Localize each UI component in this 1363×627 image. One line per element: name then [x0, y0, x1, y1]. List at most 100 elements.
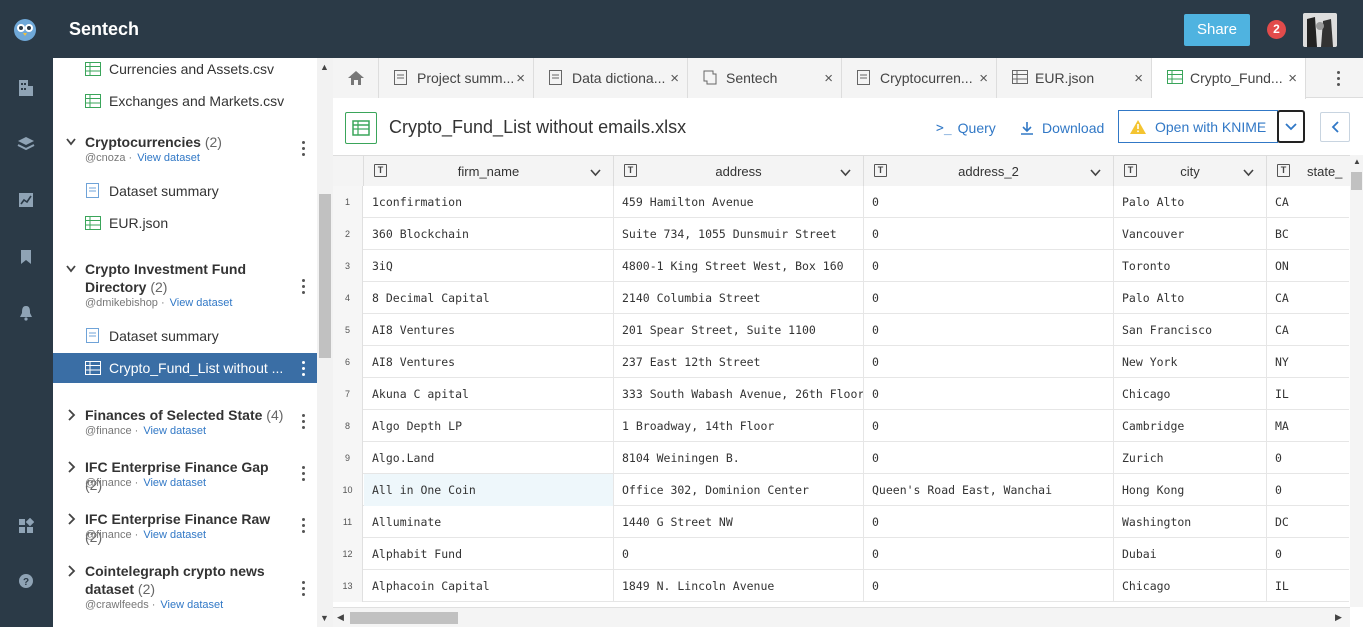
column-header[interactable]: Tcity [1114, 156, 1267, 186]
table-cell[interactable]: 0 [864, 570, 1114, 602]
open-with-knime-button[interactable]: Open with KNIME [1118, 110, 1278, 143]
table-cell[interactable]: 2140 Columbia Street [614, 282, 864, 314]
table-cell[interactable]: 0 [864, 538, 1114, 570]
hscroll-left-arrow-icon[interactable]: ◀ [337, 612, 344, 623]
view-dataset-link[interactable]: View dataset [143, 529, 206, 541]
table-cell[interactable]: San Francisco [1114, 314, 1267, 346]
table-cell[interactable]: Akuna C apital [364, 378, 614, 410]
dataset-menu-kebab[interactable] [296, 412, 310, 430]
dataset-title[interactable]: Crypto Investment Fund Directory (2) [85, 260, 285, 296]
sidebar-scrollbar[interactable]: ▲ ▼ [317, 58, 333, 627]
dataset-title[interactable]: Cryptocurrencies (2) [85, 133, 285, 151]
table-cell[interactable]: 1 Broadway, 14th Floor [614, 410, 864, 442]
grid-vscroll-thumb[interactable] [1351, 172, 1362, 190]
table-cell[interactable]: 0 [864, 378, 1114, 410]
table-cell[interactable]: 0 [864, 186, 1114, 218]
scroll-down-arrow-icon[interactable]: ▼ [320, 613, 329, 623]
dataset-menu-kebab[interactable] [296, 579, 310, 597]
building-icon[interactable] [13, 75, 39, 101]
table-cell[interactable]: 4800-1 King Street West, Box 160 [614, 250, 864, 282]
table-cell[interactable]: All in One Coin [364, 474, 614, 506]
file-tab[interactable]: Cryptocurren... × [842, 58, 997, 98]
scroll-up-arrow-icon[interactable]: ▲ [320, 62, 329, 72]
close-icon[interactable]: × [1288, 70, 1297, 87]
chevron-right-icon[interactable] [65, 460, 77, 474]
scroll-thumb[interactable] [319, 194, 331, 358]
dataset-group[interactable]: Cointelegraph crypto news dataset (2) @cra… [53, 562, 317, 612]
item-menu-kebab[interactable] [296, 359, 310, 377]
close-icon[interactable]: × [979, 70, 988, 87]
query-button[interactable]: >_ Query [936, 118, 996, 138]
table-cell[interactable]: 0 [864, 506, 1114, 538]
close-icon[interactable]: × [1134, 70, 1143, 87]
view-dataset-link[interactable]: View dataset [137, 152, 200, 164]
close-icon[interactable]: × [516, 70, 525, 87]
table-cell[interactable]: BC [1267, 218, 1350, 250]
table-cell[interactable]: 0 [864, 346, 1114, 378]
dataset-menu-kebab[interactable] [296, 139, 310, 157]
table-cell[interactable]: 333 South Wabash Avenue, 26th Floor [614, 378, 864, 410]
collapse-panel-button[interactable] [1320, 112, 1350, 142]
chevron-right-icon[interactable] [65, 564, 77, 578]
table-cell[interactable]: 8 Decimal Capital [364, 282, 614, 314]
table-cell[interactable]: MA [1267, 410, 1350, 442]
column-header[interactable]: Taddress_2 [864, 156, 1114, 186]
sidebar-file-item[interactable]: Currencies and Assets.csv [53, 58, 317, 84]
table-cell[interactable]: 3iQ [364, 250, 614, 282]
table-cell[interactable]: Cambridge [1114, 410, 1267, 442]
dataset-owner[interactable]: @crawlfeeds [85, 599, 149, 611]
table-cell[interactable]: Palo Alto [1114, 282, 1267, 314]
chevron-right-icon[interactable] [65, 408, 77, 422]
column-menu-chevron-icon[interactable] [1090, 164, 1101, 180]
table-cell[interactable]: 1confirmation [364, 186, 614, 218]
file-tab[interactable]: Project summ... × [379, 58, 534, 98]
table-cell[interactable]: Palo Alto [1114, 186, 1267, 218]
grid-horizontal-scrollbar[interactable]: ◀ ▶ [333, 607, 1350, 627]
notification-badge[interactable]: 2 [1267, 20, 1286, 39]
table-cell[interactable]: 459 Hamilton Avenue [614, 186, 864, 218]
grid-vertical-scrollbar[interactable]: ▲ [1350, 155, 1363, 607]
sidebar-child-item[interactable]: Dataset summary [53, 321, 317, 351]
dataset-menu-kebab[interactable] [296, 516, 310, 534]
dataset-owner[interactable]: @cnoza [85, 152, 126, 164]
grid-scroll-up-arrow-icon[interactable]: ▲ [1353, 157, 1361, 166]
table-cell[interactable]: Chicago [1114, 570, 1267, 602]
table-cell[interactable]: AI8 Ventures [364, 314, 614, 346]
table-cell[interactable]: 0 [1267, 442, 1350, 474]
table-cell[interactable]: 0 [864, 314, 1114, 346]
column-header[interactable]: Tfirm_name [364, 156, 614, 186]
table-cell[interactable]: DC [1267, 506, 1350, 538]
dataset-group[interactable]: Finances of Selected State (4) @finance · V… [53, 406, 317, 442]
dataset-owner[interactable]: @finance [85, 529, 132, 541]
table-cell[interactable]: Alphabit Fund [364, 538, 614, 570]
table-cell[interactable]: 0 [864, 250, 1114, 282]
table-cell[interactable]: Queen's Road East, Wanchai [864, 474, 1114, 506]
column-header[interactable]: Taddress [614, 156, 864, 186]
table-cell[interactable]: ON [1267, 250, 1350, 282]
table-cell[interactable]: AI8 Ventures [364, 346, 614, 378]
view-dataset-link[interactable]: View dataset [143, 425, 206, 437]
table-cell[interactable]: CA [1267, 282, 1350, 314]
table-cell[interactable]: Suite 734, 1055 Dunsmuir Street [614, 218, 864, 250]
bookmark-icon[interactable] [13, 244, 39, 270]
dataset-group[interactable]: Crypto Investment Fund Directory (2) @dmik… [53, 260, 317, 310]
user-avatar[interactable] [1303, 13, 1337, 47]
table-cell[interactable]: Washington [1114, 506, 1267, 538]
table-cell[interactable]: 201 Spear Street, Suite 1100 [614, 314, 864, 346]
owl-logo-icon[interactable] [12, 16, 38, 42]
chevron-down-icon[interactable] [65, 135, 77, 149]
file-tab[interactable]: EUR.json × [997, 58, 1152, 98]
table-cell[interactable]: Alphacoin Capital [364, 570, 614, 602]
column-menu-chevron-icon[interactable] [840, 164, 851, 180]
dataset-group[interactable]: Cryptocurrencies (2) @cnoza · View dataset [53, 133, 317, 169]
home-tab[interactable] [333, 58, 379, 98]
view-dataset-link[interactable]: View dataset [170, 297, 233, 309]
table-cell[interactable]: 237 East 12th Street [614, 346, 864, 378]
table-cell[interactable]: Zurich [1114, 442, 1267, 474]
table-cell[interactable]: 0 [864, 442, 1114, 474]
table-cell[interactable]: 360 Blockchain [364, 218, 614, 250]
table-cell[interactable]: Algo.Land [364, 442, 614, 474]
sidebar-child-item[interactable]: EUR.json [53, 208, 317, 238]
sidebar-child-item[interactable]: Dataset summary [53, 176, 317, 206]
table-cell[interactable]: 8104 Weiningen B. [614, 442, 864, 474]
